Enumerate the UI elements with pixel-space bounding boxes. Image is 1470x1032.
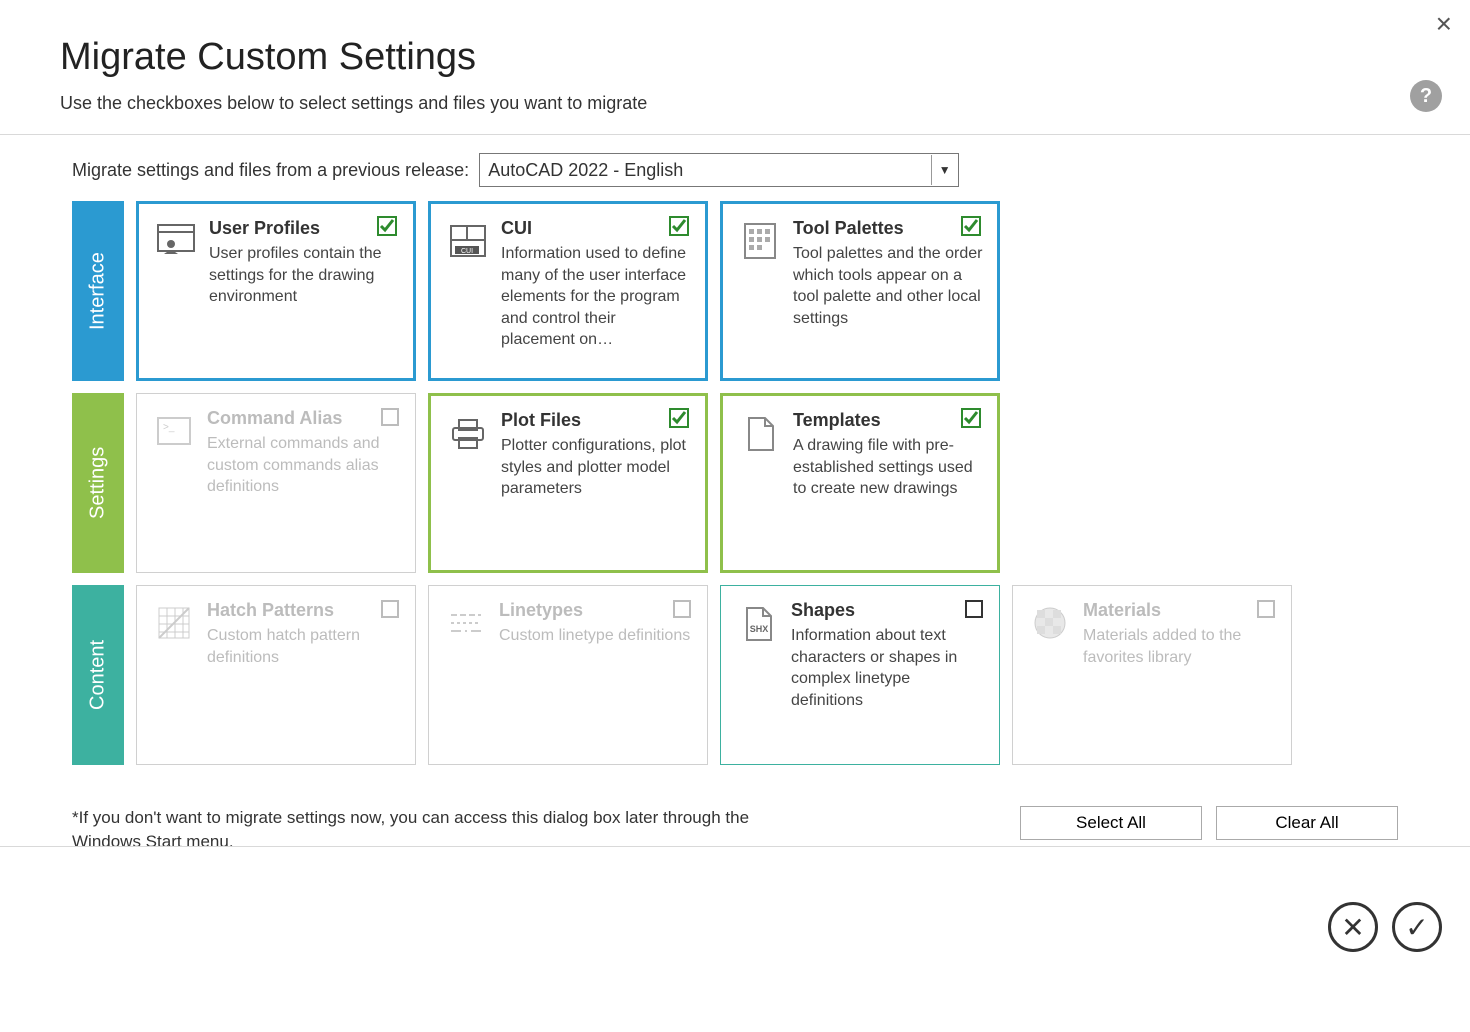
- checkbox-checked[interactable]: [669, 408, 691, 430]
- tile-user-profiles[interactable]: User Profiles User profiles contain the …: [136, 201, 416, 381]
- dialog-header: Migrate Custom Settings Use the checkbox…: [0, 0, 1470, 135]
- settings-grid: Interface User Profiles User profiles co…: [0, 201, 1470, 765]
- tile-title: User Profiles: [209, 218, 399, 239]
- tile-desc: Plotter configurations, plot styles and …: [501, 435, 691, 500]
- tile-hatch-patterns: Hatch Patterns Custom hatch pattern defi…: [136, 585, 416, 765]
- category-settings: Settings: [72, 393, 124, 573]
- svg-text:SHX: SHX: [750, 624, 769, 634]
- tile-desc: A drawing file with pre-established sett…: [793, 435, 983, 500]
- tile-tool-palettes[interactable]: Tool Palettes Tool palettes and the orde…: [720, 201, 1000, 381]
- svg-text:>_: >_: [163, 422, 175, 433]
- tile-desc: User profiles contain the settings for t…: [209, 243, 399, 308]
- checkbox-disabled: [1255, 598, 1277, 620]
- cui-icon: CUI: [445, 218, 491, 264]
- tile-title: CUI: [501, 218, 691, 239]
- release-selected-value: AutoCAD 2022 - English: [488, 160, 683, 181]
- checkbox-checked[interactable]: [377, 216, 399, 238]
- category-interface: Interface: [72, 201, 124, 381]
- tile-desc: Information about text characters or sha…: [791, 625, 985, 711]
- checkbox-checked[interactable]: [669, 216, 691, 238]
- plot-files-icon: [445, 410, 491, 456]
- tile-title: Hatch Patterns: [207, 600, 401, 621]
- select-all-button[interactable]: Select All: [1020, 806, 1202, 840]
- footer-divider: [0, 846, 1470, 847]
- shapes-icon: SHX: [735, 600, 781, 646]
- tile-linetypes: Linetypes Custom linetype definitions: [428, 585, 708, 765]
- release-select[interactable]: AutoCAD 2022 - English ▼: [479, 153, 959, 187]
- tile-shapes[interactable]: SHX Shapes Information about text charac…: [720, 585, 1000, 765]
- tile-cui[interactable]: CUI CUI Information used to define many …: [428, 201, 708, 381]
- tile-plot-files[interactable]: Plot Files Plotter configurations, plot …: [428, 393, 708, 573]
- tile-desc: Tool palettes and the order which tools …: [793, 243, 983, 329]
- help-button[interactable]: ?: [1410, 80, 1442, 112]
- checkbox-disabled: [671, 598, 693, 620]
- tile-desc: External commands and custom commands al…: [207, 433, 401, 498]
- materials-icon: [1027, 600, 1073, 646]
- tool-palettes-icon: [737, 218, 783, 264]
- checkbox-checked[interactable]: [961, 216, 983, 238]
- footer: *If you don't want to migrate settings n…: [0, 786, 1470, 866]
- tile-desc: Custom hatch pattern definitions: [207, 625, 401, 668]
- tile-desc: Custom linetype definitions: [499, 625, 693, 647]
- release-label: Migrate settings and files from a previo…: [72, 160, 469, 181]
- checkbox-checked[interactable]: [961, 408, 983, 430]
- category-content: Content: [72, 585, 124, 765]
- tile-title: Shapes: [791, 600, 985, 621]
- tile-title: Tool Palettes: [793, 218, 983, 239]
- cancel-button[interactable]: ✕: [1328, 902, 1378, 952]
- dropdown-arrow-icon: ▼: [931, 155, 957, 185]
- svg-text:CUI: CUI: [461, 248, 473, 255]
- hatch-patterns-icon: [151, 600, 197, 646]
- tile-title: Command Alias: [207, 408, 401, 429]
- action-bar: ✕ ✓: [1328, 902, 1442, 952]
- tile-desc: Materials added to the favorites library: [1083, 625, 1277, 668]
- clear-all-button[interactable]: Clear All: [1216, 806, 1398, 840]
- checkbox-disabled: [379, 406, 401, 428]
- templates-icon: [737, 410, 783, 456]
- page-subtitle: Use the checkboxes below to select setti…: [60, 93, 1410, 114]
- tile-templates[interactable]: Templates A drawing file with pre-establ…: [720, 393, 1000, 573]
- user-profiles-icon: [153, 218, 199, 264]
- tile-materials: Materials Materials added to the favorit…: [1012, 585, 1292, 765]
- tile-title: Linetypes: [499, 600, 693, 621]
- checkbox-disabled: [379, 598, 401, 620]
- tile-title: Templates: [793, 410, 983, 431]
- tile-command-alias: >_ Command Alias External commands and c…: [136, 393, 416, 573]
- tile-title: Materials: [1083, 600, 1277, 621]
- linetypes-icon: [443, 600, 489, 646]
- page-title: Migrate Custom Settings: [60, 36, 1410, 79]
- tile-title: Plot Files: [501, 410, 691, 431]
- command-alias-icon: >_: [151, 408, 197, 454]
- release-row: Migrate settings and files from a previo…: [0, 135, 1470, 201]
- ok-button[interactable]: ✓: [1392, 902, 1442, 952]
- checkbox-unchecked[interactable]: [963, 598, 985, 620]
- tile-desc: Information used to define many of the u…: [501, 243, 691, 351]
